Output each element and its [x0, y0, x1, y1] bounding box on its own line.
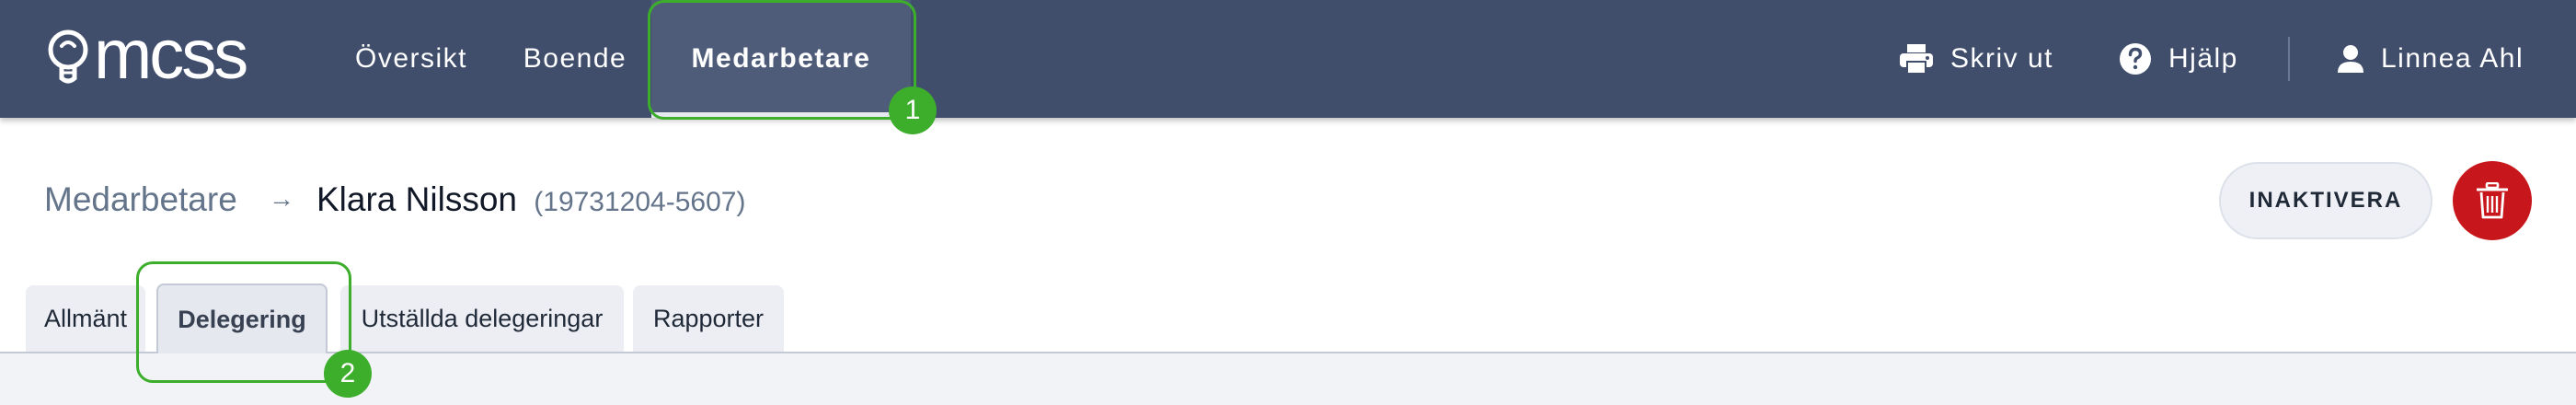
tabs-baseline — [0, 352, 2576, 353]
callout-badge-1: 1 — [889, 87, 937, 134]
tab-allmant[interactable]: Allmänt — [26, 285, 145, 352]
nav-item-label: Medarbetare — [691, 43, 871, 74]
user-name: Linnea Ahl — [2381, 43, 2524, 74]
tab-label: Rapporter — [652, 304, 765, 332]
tab-delegering[interactable]: Delegering — [156, 284, 328, 353]
tab-label: Utställda delegeringar — [361, 304, 604, 332]
print-label: Skriv ut — [1950, 43, 2054, 74]
mcss-logo[interactable]: mcss — [46, 20, 248, 90]
tab-rapporter[interactable]: Rapporter — [633, 285, 784, 352]
trash-icon — [2477, 182, 2508, 219]
help-icon — [2120, 43, 2151, 75]
help-label: Hjälp — [2168, 43, 2238, 74]
print-button[interactable]: Skriv ut — [1899, 0, 2053, 118]
printer-icon — [1900, 44, 1933, 75]
tab-label: Delegering — [178, 305, 306, 333]
user-icon — [2338, 45, 2363, 73]
top-nav-bar: mcss Översikt Boende Medarbetare Skriv u… — [0, 0, 2576, 118]
callout-badge-2: 2 — [324, 350, 372, 398]
nav-divider — [2288, 37, 2290, 81]
breadcrumb-arrow-icon: → — [269, 184, 294, 213]
inactivate-button[interactable]: INAKTIVERA — [2219, 162, 2432, 239]
nav-item-oversikt[interactable]: Översikt — [342, 0, 480, 118]
logo-bulb-icon — [48, 29, 88, 84]
tab-label: Allmänt — [43, 304, 128, 332]
page-title: Klara Nilsson (19731204-5607) — [316, 180, 745, 219]
employee-id: (19731204-5607) — [534, 187, 746, 217]
nav-item-medarbetare[interactable]: Medarbetare — [651, 0, 911, 118]
content-area — [0, 353, 2576, 405]
delete-button[interactable] — [2453, 161, 2532, 240]
nav-item-label: Översikt — [354, 43, 467, 74]
user-menu[interactable]: Linnea Ahl — [2337, 0, 2524, 118]
nav-item-label: Boende — [523, 43, 627, 74]
help-button[interactable]: Hjälp — [2119, 0, 2238, 118]
tab-utstallda-delegeringar[interactable]: Utställda delegeringar — [340, 285, 624, 352]
breadcrumb-root-link[interactable]: Medarbetare — [44, 180, 237, 219]
logo-text: mcss — [94, 16, 248, 94]
nav-item-boende[interactable]: Boende — [515, 0, 635, 118]
employee-name: Klara Nilsson — [316, 180, 517, 218]
